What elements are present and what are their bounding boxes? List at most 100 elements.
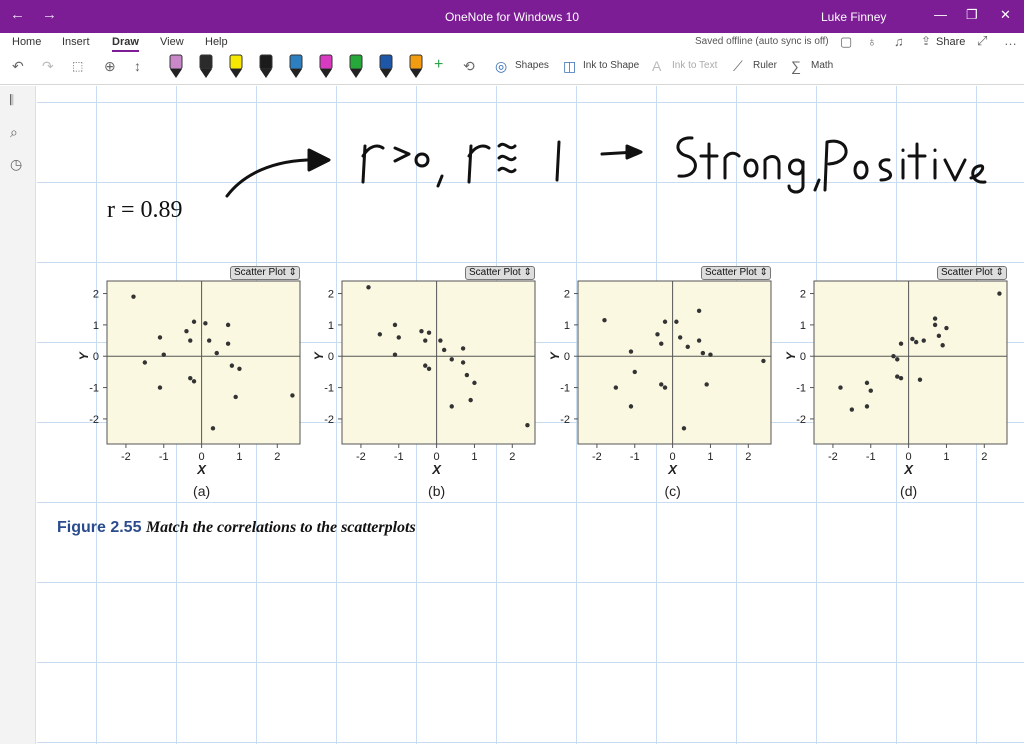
shapes-icon[interactable]: ◎ bbox=[495, 58, 507, 75]
pen-9[interactable] bbox=[409, 54, 423, 78]
x-tick-label: 1 bbox=[471, 451, 477, 463]
ink-to-text-icon[interactable]: A bbox=[652, 58, 661, 74]
x-axis-label: X bbox=[667, 462, 678, 477]
pen-3[interactable] bbox=[229, 54, 243, 78]
y-tick-label: 2 bbox=[564, 289, 570, 301]
shapes-button[interactable]: Shapes bbox=[515, 60, 549, 71]
ink-replay-icon[interactable]: ⟲ bbox=[463, 58, 475, 75]
y-tick-label: -1 bbox=[560, 383, 570, 395]
note-page[interactable]: r = 0.89 Scatter Plot ⇕ -2 -1 0 1 2 2 1 … bbox=[37, 86, 1024, 744]
bell-icon[interactable]: ♫ bbox=[894, 34, 904, 49]
pen-1[interactable] bbox=[169, 54, 183, 78]
data-point bbox=[655, 332, 660, 337]
ruler-button[interactable]: Ruler bbox=[753, 60, 777, 71]
scatterplot-svg: -2 -1 0 1 2210-1-2XY(b) bbox=[312, 280, 536, 499]
data-point bbox=[895, 357, 900, 362]
notebook-icon[interactable]: ▢ bbox=[840, 34, 852, 50]
maximize-icon[interactable]: ❐ bbox=[966, 7, 978, 23]
data-point bbox=[761, 358, 766, 364]
plot-label: (a) bbox=[193, 483, 210, 499]
expand-icon[interactable]: ⤢ bbox=[977, 33, 987, 49]
x-tick-label: -1 bbox=[394, 451, 404, 463]
pen-palette[interactable] bbox=[160, 33, 620, 85]
data-point bbox=[632, 369, 637, 375]
data-point bbox=[366, 285, 371, 290]
data-point bbox=[628, 349, 634, 354]
data-point bbox=[838, 385, 843, 390]
data-point bbox=[191, 319, 197, 324]
title-bar: ← → OneNote for Windows 10 Luke Finney —… bbox=[0, 0, 1024, 33]
tab-home[interactable]: Home bbox=[12, 36, 41, 48]
user-name[interactable]: Luke Finney bbox=[821, 10, 886, 24]
add-space-icon[interactable]: ⊕ bbox=[104, 58, 116, 75]
tab-insert[interactable]: Insert bbox=[62, 36, 90, 48]
handwritten-ink[interactable] bbox=[37, 86, 1024, 226]
data-point bbox=[233, 394, 238, 400]
data-point bbox=[142, 360, 148, 365]
pen-7[interactable] bbox=[349, 54, 363, 78]
data-point bbox=[290, 393, 295, 398]
data-point bbox=[895, 374, 900, 379]
y-tick-label: 1 bbox=[800, 320, 806, 332]
redo-icon[interactable]: ↷ bbox=[42, 58, 54, 75]
data-point bbox=[472, 380, 477, 386]
y-tick-label: 2 bbox=[328, 289, 334, 301]
data-point bbox=[936, 333, 942, 339]
recent-icon[interactable]: ◷ bbox=[10, 156, 22, 173]
data-point bbox=[225, 322, 231, 328]
ruler-icon[interactable]: ⟋ bbox=[733, 58, 743, 75]
data-point bbox=[441, 347, 447, 353]
ink-to-shape-button[interactable]: Ink to Shape bbox=[583, 60, 639, 71]
notebooks-icon[interactable]: 𝄃 bbox=[10, 92, 13, 109]
data-point bbox=[449, 357, 454, 362]
y-tick-label: 0 bbox=[564, 351, 570, 363]
data-point bbox=[449, 404, 454, 409]
data-point bbox=[423, 338, 428, 343]
data-point bbox=[464, 372, 470, 378]
search-icon[interactable]: ⌕ bbox=[10, 124, 18, 141]
data-point bbox=[225, 341, 231, 346]
math-button[interactable]: Math bbox=[811, 60, 833, 71]
y-axis-label: Y bbox=[548, 351, 562, 360]
x-tick-label: -1 bbox=[159, 451, 169, 463]
data-point bbox=[685, 344, 690, 350]
pen-2[interactable] bbox=[199, 54, 213, 78]
math-icon[interactable]: ∑ bbox=[791, 58, 801, 74]
data-point bbox=[203, 321, 208, 326]
data-point bbox=[700, 350, 706, 356]
data-point bbox=[188, 375, 193, 381]
undo-icon[interactable]: ↶ bbox=[12, 58, 24, 75]
data-point bbox=[157, 385, 163, 390]
minimize-icon[interactable]: — bbox=[934, 7, 947, 22]
data-point bbox=[214, 350, 219, 356]
ribbon: Home Insert Draw View Help Saved offline… bbox=[0, 33, 1024, 85]
data-point bbox=[184, 328, 189, 334]
data-point bbox=[392, 322, 398, 328]
data-point bbox=[188, 338, 193, 343]
scatterplot-d: Scatter Plot ⇕ -2 -1 0 1 2 2 1 0 -1 -2 X Y (d) bbox=[784, 266, 1014, 516]
data-point bbox=[438, 338, 443, 343]
pen-6[interactable] bbox=[319, 54, 333, 78]
y-tick-label: -1 bbox=[324, 383, 334, 395]
insert-space-icon[interactable]: ↕ bbox=[134, 58, 141, 74]
y-tick-label: 0 bbox=[93, 351, 99, 363]
lasso-select-icon[interactable]: ⬚ bbox=[72, 59, 83, 73]
more-icon[interactable]: … bbox=[1004, 33, 1017, 48]
pen-8[interactable] bbox=[379, 54, 393, 78]
lightbulb-icon[interactable]: ♁ bbox=[867, 34, 877, 49]
tab-draw[interactable]: Draw bbox=[112, 36, 139, 52]
ink-to-text-button[interactable]: Ink to Text bbox=[672, 60, 717, 71]
data-point bbox=[525, 422, 530, 428]
pen-5[interactable] bbox=[289, 54, 303, 78]
close-icon[interactable]: ✕ bbox=[1000, 7, 1011, 23]
share-icon[interactable]: ⇪ bbox=[921, 34, 931, 48]
ink-to-shape-icon[interactable]: ◫ bbox=[563, 58, 576, 75]
data-point bbox=[997, 291, 1002, 296]
data-point bbox=[696, 308, 702, 313]
y-tick-label: 0 bbox=[800, 351, 806, 363]
data-point bbox=[426, 330, 432, 335]
add-pen-icon[interactable]: + bbox=[434, 56, 443, 74]
pen-4[interactable] bbox=[259, 54, 273, 78]
x-axis-label: X bbox=[196, 462, 207, 477]
share-button[interactable]: Share bbox=[936, 36, 965, 48]
